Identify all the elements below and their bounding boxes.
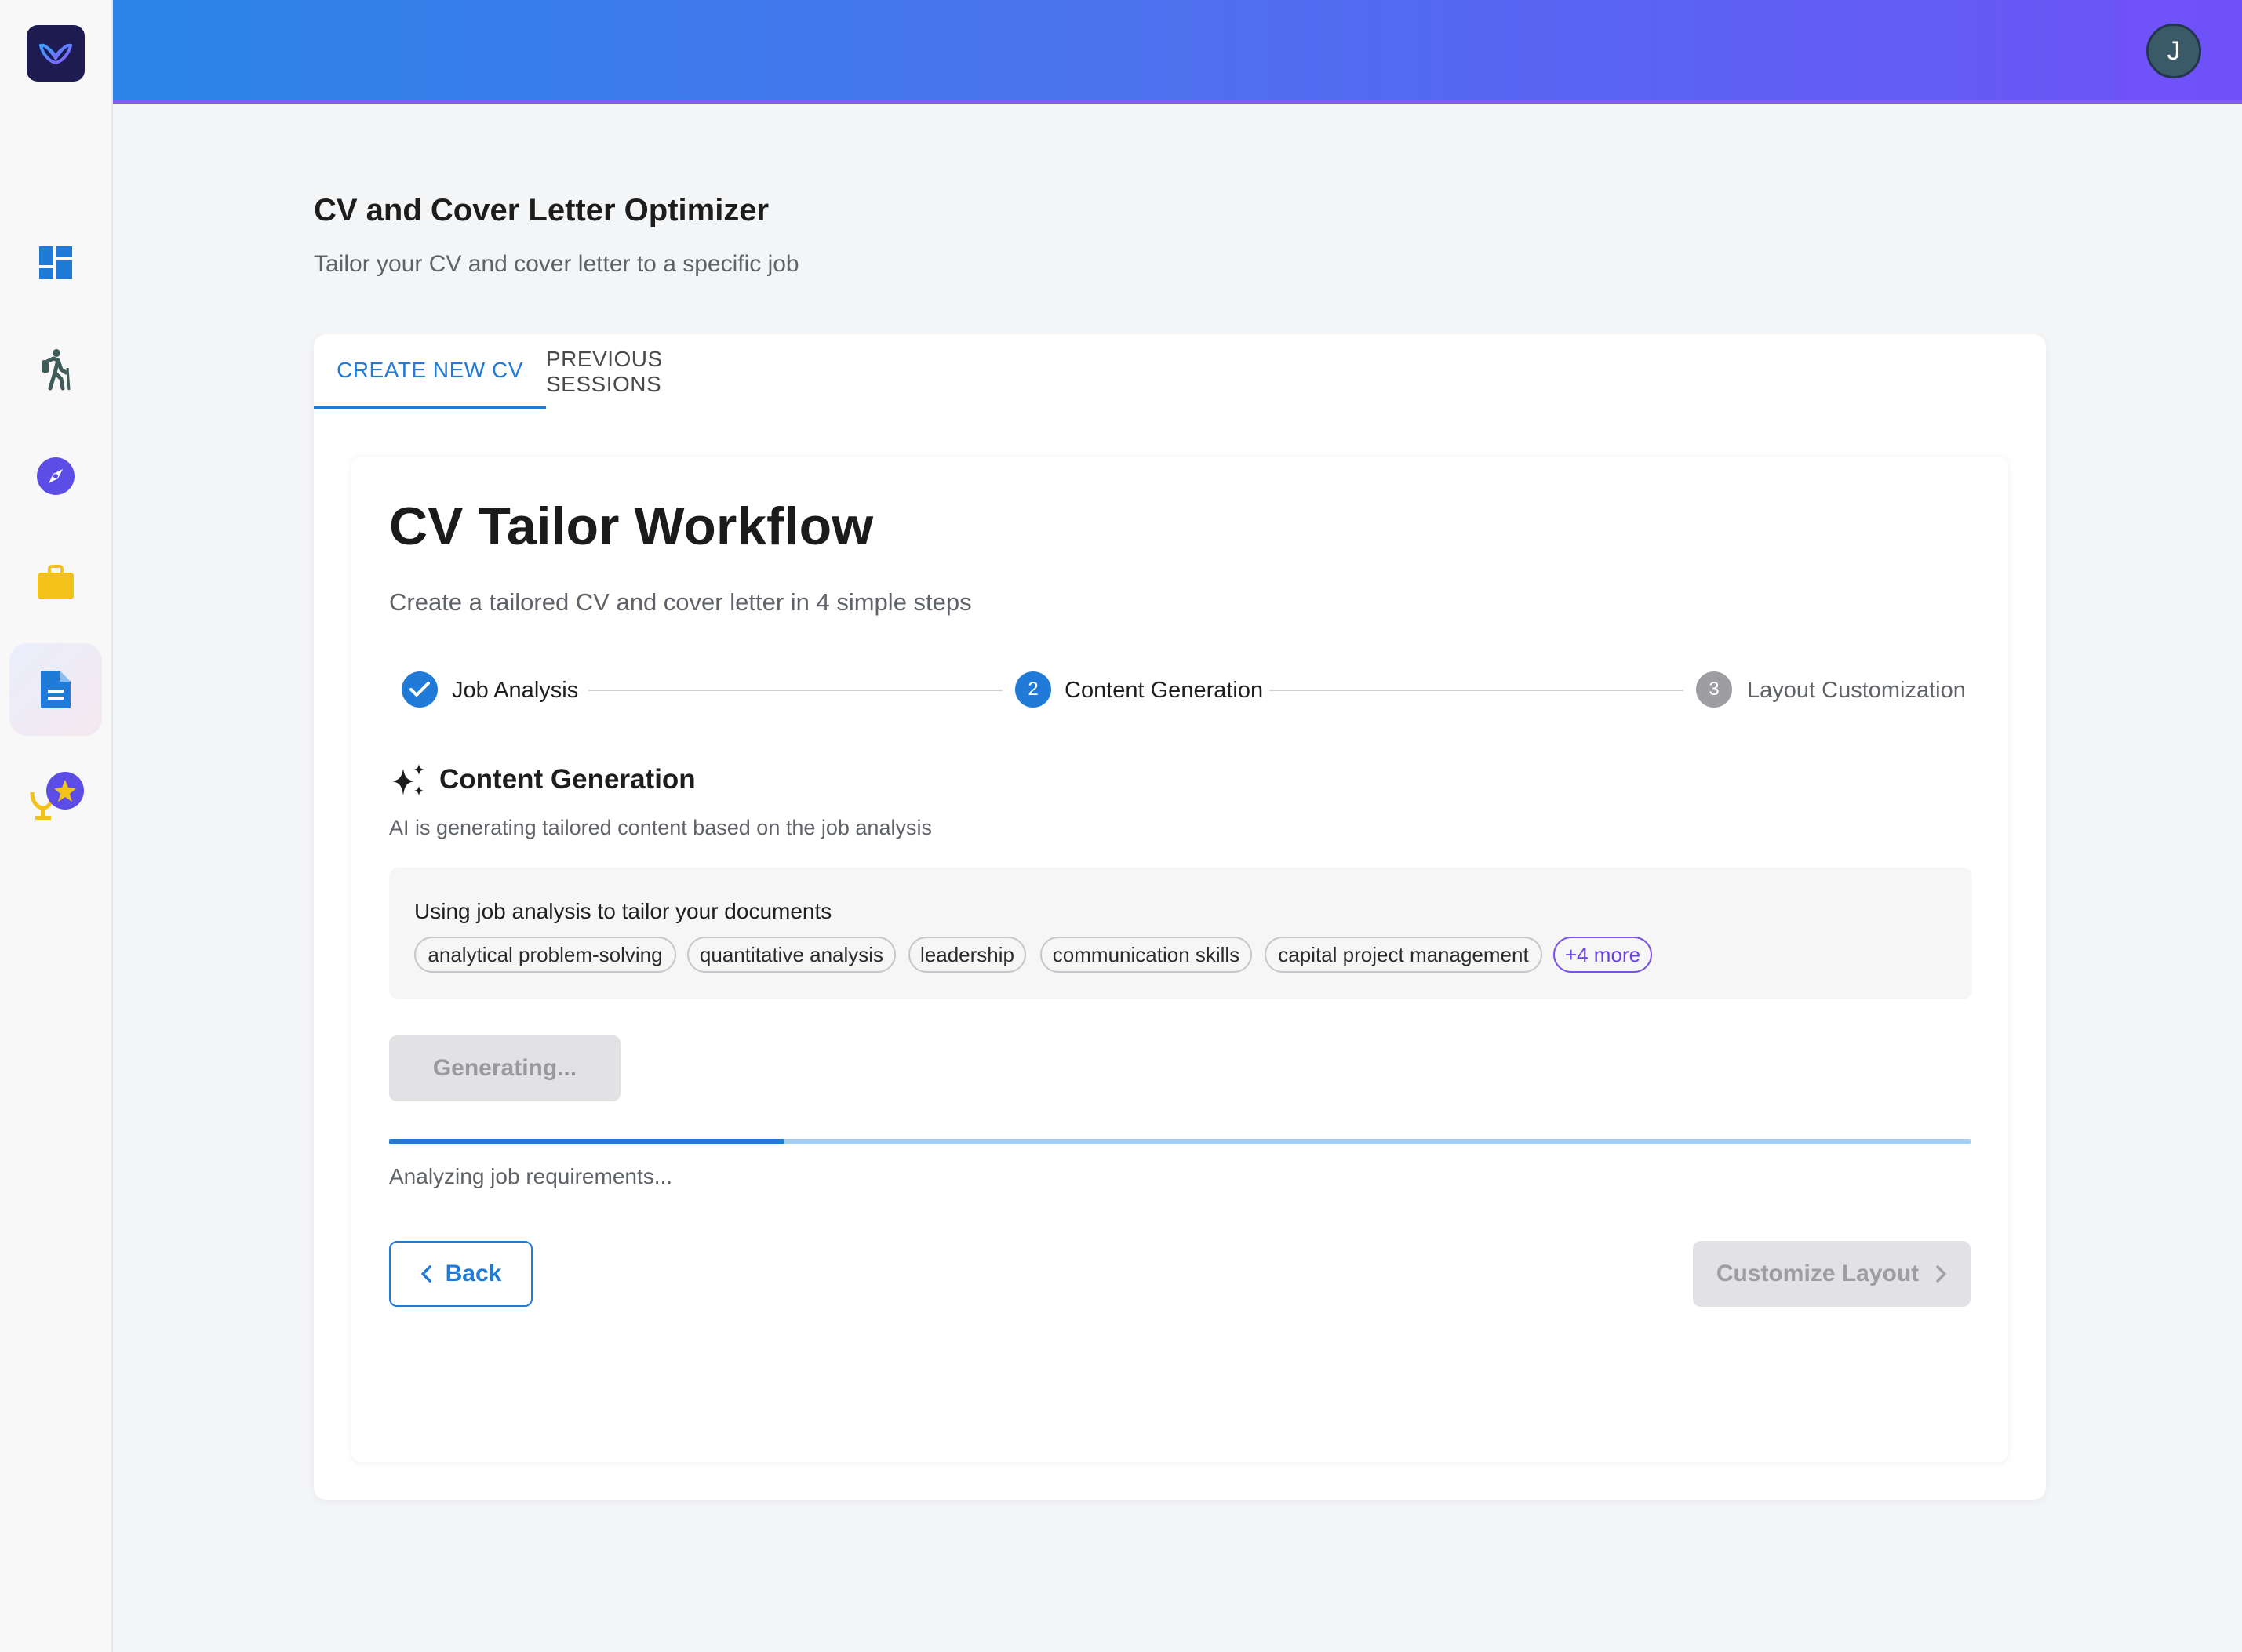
- sparkles-icon: [392, 764, 424, 795]
- skill-chip: capital project management: [1265, 937, 1542, 973]
- skill-chip: communication skills: [1040, 937, 1252, 973]
- step-3-label: Layout Customization: [1747, 678, 1966, 703]
- sidebar: [0, 0, 113, 1652]
- step-1-check-icon: [402, 671, 438, 708]
- user-avatar[interactable]: J: [2146, 24, 2201, 78]
- hiking-person-icon: [42, 349, 71, 391]
- skill-chip: analytical problem-solving: [414, 937, 676, 973]
- briefcase-icon: [38, 565, 74, 599]
- app-logo[interactable]: [27, 25, 85, 82]
- customize-layout-button[interactable]: Customize Layout: [1693, 1241, 1971, 1307]
- document-icon: [41, 671, 71, 708]
- skill-chip: leadership: [908, 937, 1026, 973]
- progress-bar: [389, 1139, 1971, 1144]
- step-1-label: Job Analysis: [452, 678, 579, 703]
- chevron-left-icon: [420, 1265, 431, 1283]
- generating-button[interactable]: Generating...: [389, 1035, 621, 1101]
- trophy-star-icon: [30, 772, 84, 820]
- section-title: Content Generation: [439, 764, 696, 795]
- dashboard-icon: [39, 246, 72, 279]
- tab-create-new-cv[interactable]: CREATE NEW CV: [314, 334, 546, 409]
- section-subtitle: AI is generating tailored content based …: [389, 816, 932, 839]
- sidebar-item-achievements[interactable]: [9, 750, 102, 842]
- compass-icon: [37, 457, 75, 495]
- progress-bar-fill: [389, 1139, 784, 1144]
- customize-layout-label: Customize Layout: [1716, 1261, 1920, 1286]
- analysis-heading: Using job analysis to tailor your docume…: [414, 899, 832, 923]
- job-analysis-summary: [389, 868, 1972, 999]
- skill-chip: quantitative analysis: [687, 937, 896, 973]
- chevron-right-icon: [1936, 1265, 1946, 1283]
- tab-previous-sessions[interactable]: PREVIOUS SESSIONS: [546, 334, 778, 409]
- tab-bar: CREATE NEW CV PREVIOUS SESSIONS: [314, 334, 2046, 409]
- back-button[interactable]: Back: [389, 1241, 533, 1307]
- sidebar-item-dashboard[interactable]: [9, 217, 102, 309]
- logo-icon: [38, 43, 73, 65]
- workflow-title: CV Tailor Workflow: [389, 497, 874, 556]
- sidebar-item-explore[interactable]: [9, 430, 102, 522]
- progress-status-text: Analyzing job requirements...: [389, 1164, 673, 1188]
- step-2-label: Content Generation: [1065, 678, 1264, 703]
- back-label: Back: [445, 1261, 502, 1286]
- more-skills-chip[interactable]: +4 more: [1553, 937, 1652, 973]
- generating-label: Generating...: [432, 1055, 577, 1081]
- step-3-number: 3: [1696, 671, 1732, 708]
- top-header: [113, 0, 2242, 104]
- page-title: CV and Cover Letter Optimizer: [314, 193, 770, 227]
- sidebar-item-career-path[interactable]: [9, 323, 102, 416]
- step-2-number: 2: [1015, 671, 1051, 708]
- page-subtitle: Tailor your CV and cover letter to a spe…: [314, 251, 799, 277]
- step-connector: [588, 690, 1003, 691]
- step-connector: [1269, 690, 1683, 691]
- sidebar-item-jobs[interactable]: [9, 537, 102, 629]
- workflow-subtitle: Create a tailored CV and cover letter in…: [389, 588, 972, 616]
- sidebar-item-cv-optimizer[interactable]: [9, 643, 102, 736]
